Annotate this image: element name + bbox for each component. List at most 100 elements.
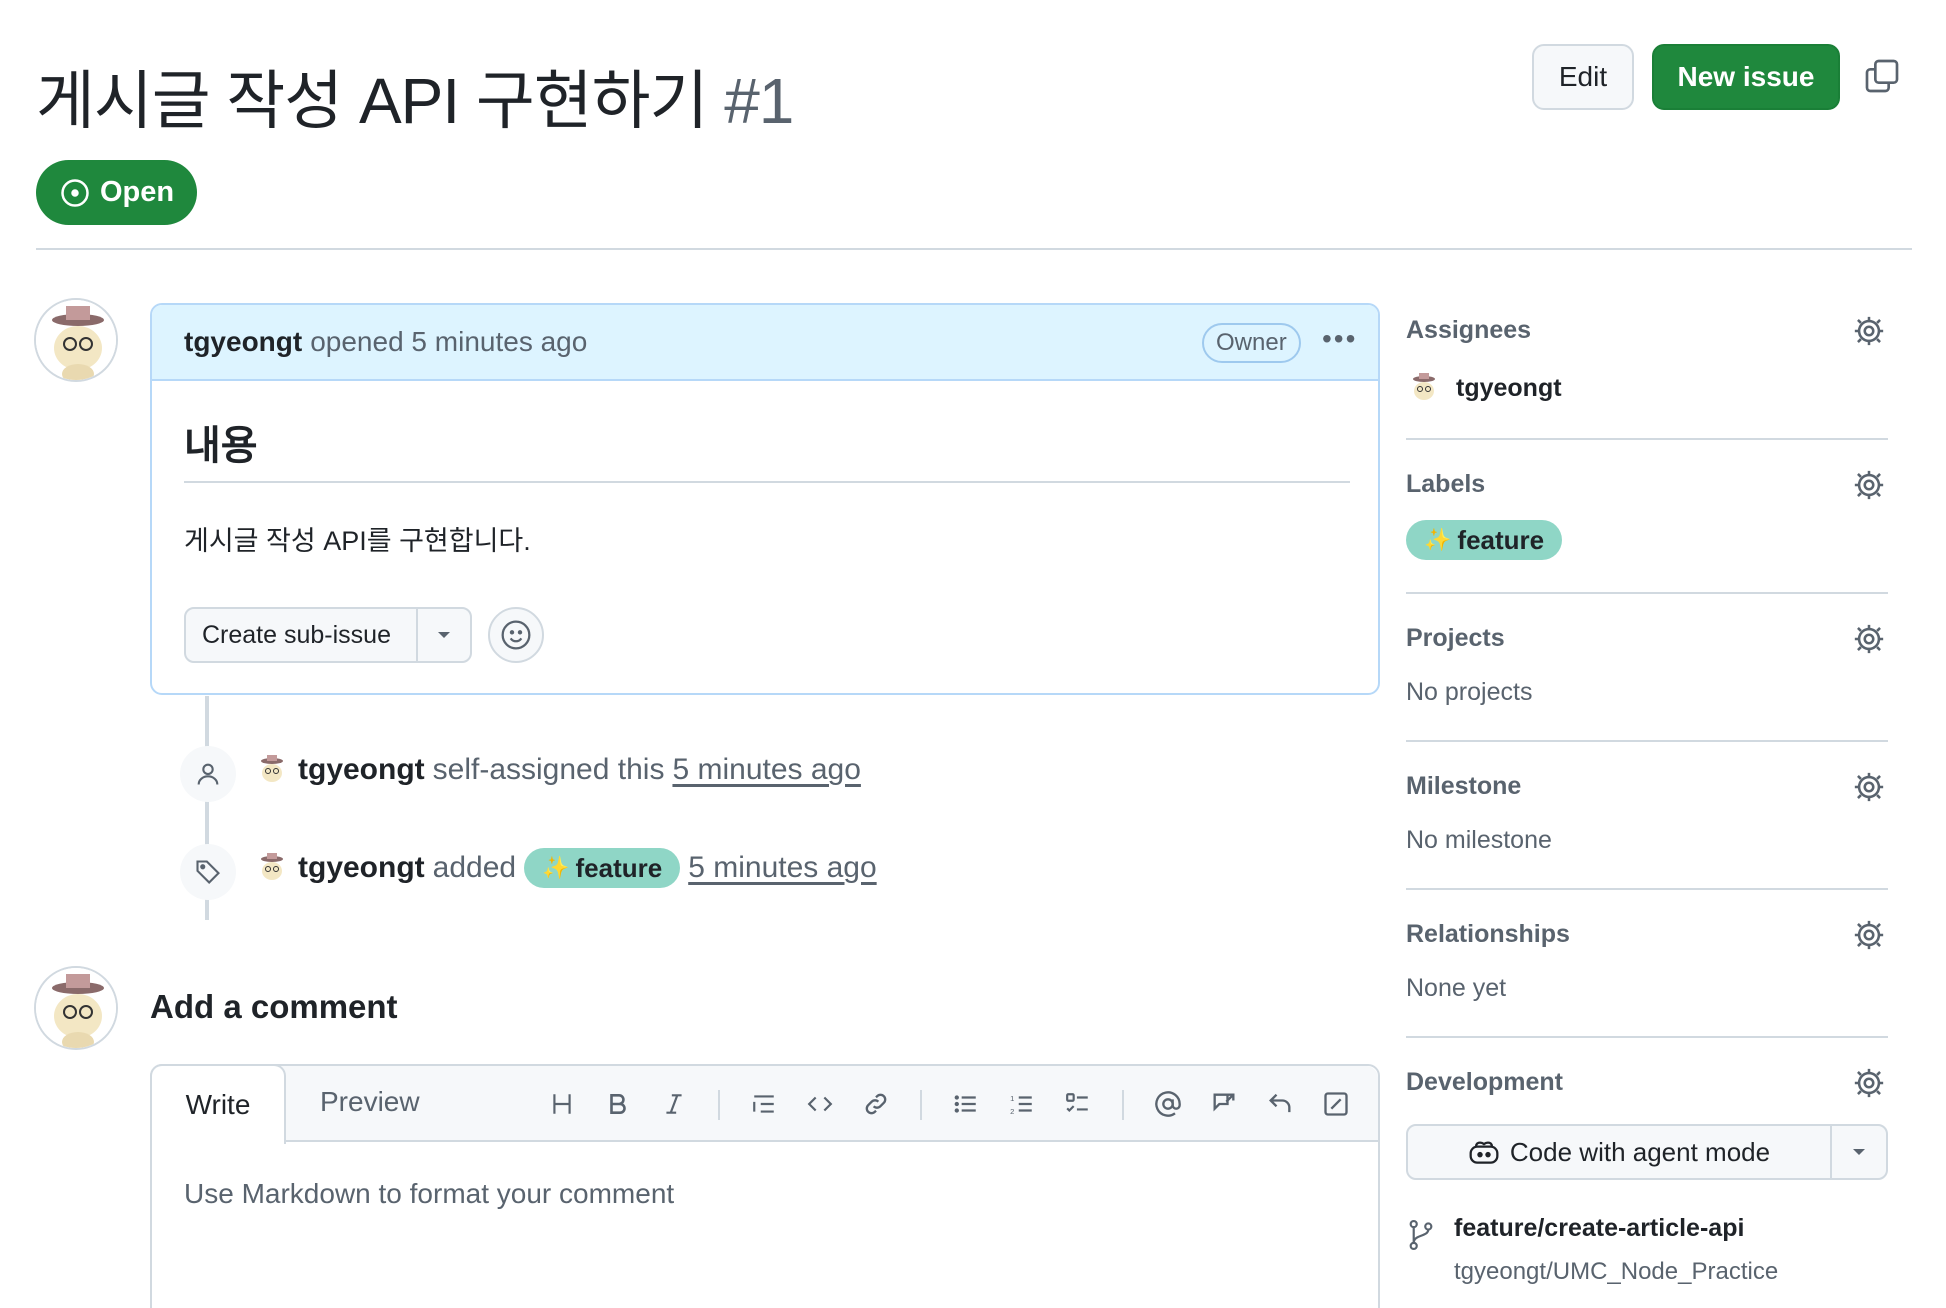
current-user-avatar[interactable]: [34, 966, 118, 1050]
reply-icon[interactable]: [1260, 1084, 1300, 1124]
editor-toolbar: Write Preview 12: [150, 1064, 1378, 1144]
unordered-list-icon[interactable]: [946, 1084, 986, 1124]
sidebar-divider: [1406, 740, 1888, 742]
sidebar-divider: [1406, 888, 1888, 890]
relationships-heading[interactable]: Relationships: [1406, 920, 1570, 949]
gear-icon[interactable]: [1852, 918, 1886, 952]
tag-icon: [196, 860, 220, 884]
comment-body-text: 게시글 작성 API를 구현합니다.: [184, 526, 531, 556]
comment-more-button[interactable]: •••: [1322, 323, 1357, 355]
gear-icon[interactable]: [1852, 468, 1886, 502]
gear-icon[interactable]: [1852, 622, 1886, 656]
new-issue-button[interactable]: New issue: [1652, 44, 1840, 110]
issue-state-badge: Open: [36, 160, 197, 225]
comment-meta: opened 5 minutes ago: [310, 326, 588, 357]
comment-author[interactable]: tgyeongt: [184, 326, 302, 358]
issue-state-label: Open: [100, 176, 175, 208]
svg-text:2: 2: [1010, 1107, 1014, 1116]
tab-write[interactable]: Write: [150, 1064, 286, 1144]
branch-link[interactable]: feature/create-article-api: [1454, 1214, 1744, 1243]
sidebar-label-item[interactable]: ✨ feature: [1406, 520, 1563, 560]
sidebar-divider: [1406, 592, 1888, 594]
edit-button[interactable]: Edit: [1532, 44, 1634, 110]
assignee-item[interactable]: tgyeongt: [1406, 370, 1562, 406]
timeline-event-labeled: tgyeongt added ✨ feature 5 minutes ago: [254, 848, 877, 888]
cross-reference-icon[interactable]: [1204, 1084, 1244, 1124]
agent-dropdown[interactable]: [1830, 1126, 1886, 1178]
gear-icon[interactable]: [1852, 1066, 1886, 1100]
issue-opened-icon: [61, 178, 89, 207]
slash-command-icon[interactable]: [1316, 1084, 1356, 1124]
italic-icon[interactable]: [654, 1084, 694, 1124]
triangle-down-icon: [438, 632, 450, 638]
task-list-icon[interactable]: [1058, 1084, 1098, 1124]
git-branch-icon: [1409, 1219, 1433, 1251]
triangle-down-icon: [1853, 1149, 1865, 1155]
feature-label[interactable]: ✨ feature: [524, 848, 681, 888]
comment-editor: Write Preview 12 Use Markdown to format …: [150, 1064, 1380, 1308]
sparkles-icon: ✨: [542, 855, 570, 880]
milestone-heading[interactable]: Milestone: [1406, 772, 1521, 801]
event-action: added: [432, 851, 517, 884]
mention-icon[interactable]: [1148, 1084, 1188, 1124]
event-avatar[interactable]: [254, 850, 290, 886]
event-action: self-assigned this: [432, 753, 665, 786]
author-avatar[interactable]: [34, 298, 118, 382]
person-icon: [197, 763, 219, 785]
toolbar-separator: [718, 1090, 720, 1120]
link-icon[interactable]: [856, 1084, 896, 1124]
event-time[interactable]: 5 minutes ago: [688, 851, 876, 885]
projects-value: No projects: [1406, 678, 1533, 706]
issue-number: #1: [724, 65, 794, 137]
feature-label[interactable]: ✨ feature: [1406, 520, 1563, 560]
svg-text:1: 1: [1010, 1094, 1014, 1103]
assignees-heading[interactable]: Assignees: [1406, 316, 1531, 345]
create-sub-issue-label: Create sub-issue: [202, 620, 391, 649]
event-user[interactable]: tgyeongt: [298, 851, 425, 885]
gear-icon[interactable]: [1852, 314, 1886, 348]
timeline-label-badge: [180, 844, 236, 900]
feature-label-text: feature: [1457, 524, 1545, 555]
comment-textarea[interactable]: Use Markdown to format your comment: [184, 1178, 674, 1210]
ordered-list-icon[interactable]: 12: [1002, 1084, 1042, 1124]
sparkles-icon: ✨: [1424, 527, 1452, 552]
code-icon[interactable]: [800, 1084, 840, 1124]
smiley-icon: [501, 620, 531, 650]
copilot-icon: [1469, 1141, 1499, 1164]
feature-label-text: feature: [575, 852, 663, 883]
gear-icon[interactable]: [1852, 770, 1886, 804]
code-with-agent-label: Code with agent mode: [1509, 1136, 1771, 1167]
add-reaction-button[interactable]: [488, 607, 544, 663]
header-divider: [36, 248, 1912, 250]
heading-rule: [184, 481, 1350, 483]
toolbar-separator: [1122, 1090, 1124, 1120]
event-user[interactable]: tgyeongt: [298, 753, 425, 787]
sidebar-divider: [1406, 438, 1888, 440]
sidebar-divider: [1406, 1036, 1888, 1038]
sub-issue-dropdown[interactable]: [416, 609, 470, 661]
copy-icon[interactable]: [1862, 56, 1902, 96]
projects-heading[interactable]: Projects: [1406, 624, 1505, 653]
code-with-agent-button[interactable]: Code with agent mode: [1406, 1124, 1888, 1180]
labels-heading[interactable]: Labels: [1406, 470, 1485, 499]
comment-header: tgyeongt opened 5 minutes ago: [152, 305, 1378, 381]
timeline-assign-badge: [180, 746, 236, 802]
assignee-avatar: [1406, 370, 1442, 406]
sidebar: Assignees tgyeongt Labels ✨ feature Proj…: [1406, 300, 1888, 1308]
event-avatar[interactable]: [254, 752, 290, 788]
add-comment-title: Add a comment: [150, 988, 398, 1025]
tab-preview[interactable]: Preview: [320, 1086, 420, 1118]
toolbar-separator: [920, 1090, 922, 1120]
event-time[interactable]: 5 minutes ago: [672, 753, 860, 787]
timeline-event-assigned: tgyeongt self-assigned this 5 minutes ag…: [254, 752, 861, 788]
issue-title: 게시글 작성 API 구현하기 #1: [36, 50, 794, 142]
quote-icon[interactable]: [744, 1084, 784, 1124]
bold-icon[interactable]: [598, 1084, 638, 1124]
owner-badge: Owner: [1202, 323, 1301, 363]
comment-heading: 내용: [184, 424, 258, 468]
create-sub-issue-button[interactable]: Create sub-issue: [184, 607, 472, 663]
development-heading[interactable]: Development: [1406, 1068, 1563, 1097]
heading-icon[interactable]: [542, 1084, 582, 1124]
relationships-value: None yet: [1406, 974, 1507, 1002]
assignee-name: tgyeongt: [1456, 373, 1562, 402]
